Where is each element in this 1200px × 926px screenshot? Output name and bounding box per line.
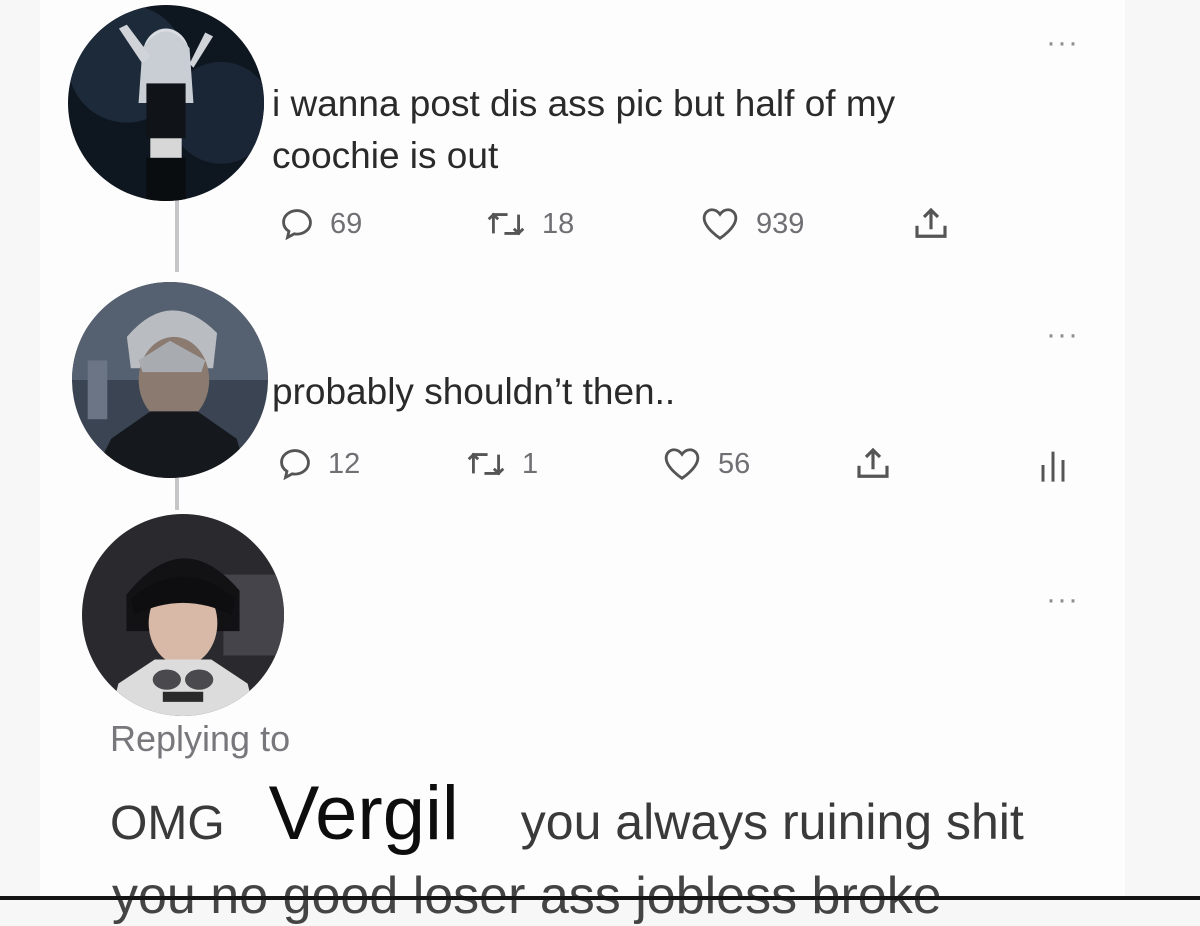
analytics-button[interactable] <box>1036 445 1070 485</box>
reply-prefix: OMG <box>110 797 225 850</box>
more-options-icon[interactable]: ··· <box>1046 585 1079 615</box>
avatar[interactable] <box>82 514 284 716</box>
more-options-icon[interactable]: ··· <box>1046 320 1079 350</box>
tweet-text-line: coochie is out <box>272 135 499 176</box>
retweet-button[interactable]: 1 <box>464 445 538 483</box>
heart-icon <box>702 208 738 240</box>
heart-icon <box>664 448 700 480</box>
retweet-count: 1 <box>522 447 539 480</box>
share-icon <box>857 447 889 478</box>
speech-bubble-icon <box>282 209 312 241</box>
share-icon <box>915 207 947 238</box>
avatar[interactable] <box>72 282 268 478</box>
thread-connector <box>175 478 179 510</box>
like-button[interactable]: 56 <box>660 445 750 483</box>
reply-count: 12 <box>328 447 361 480</box>
reply-button[interactable]: 69 <box>278 205 362 243</box>
share-button[interactable] <box>852 443 894 485</box>
tweet-text-line: i wanna post dis ass pic but half of my <box>272 83 896 124</box>
reply-text: OMG Vergil you always ruining shit <box>110 770 1190 865</box>
share-button[interactable] <box>910 203 952 245</box>
like-button[interactable]: 939 <box>698 205 804 243</box>
reply-text-rest: you always ruining shit <box>520 794 1024 850</box>
like-count: 56 <box>718 447 751 480</box>
retweet-count: 18 <box>542 207 575 240</box>
bottom-border <box>0 896 1200 900</box>
avatar[interactable] <box>68 5 264 201</box>
reply-count: 69 <box>330 207 363 240</box>
mention-link[interactable]: Vergil <box>269 770 459 857</box>
avatar-image <box>68 5 264 201</box>
more-options-icon[interactable]: ··· <box>1046 28 1079 58</box>
retweet-icon <box>467 452 505 476</box>
retweet-button[interactable]: 18 <box>484 205 574 243</box>
tweet-text-line: probably shouldn’t then.. <box>272 371 676 412</box>
avatar-image <box>72 282 268 478</box>
retweet-icon <box>487 212 525 236</box>
speech-bubble-icon <box>280 449 310 481</box>
reply-button[interactable]: 12 <box>276 445 360 483</box>
like-count: 939 <box>756 207 805 240</box>
thread-connector <box>175 200 179 272</box>
analytics-icon <box>1041 451 1065 482</box>
replying-to-label: Replying to <box>110 718 291 759</box>
avatar-image <box>82 514 284 716</box>
